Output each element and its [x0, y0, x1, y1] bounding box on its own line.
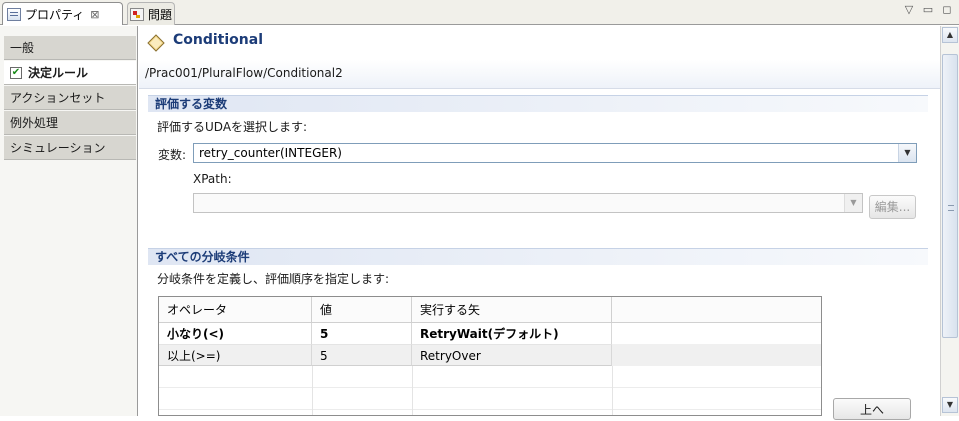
- tab-properties-label: プロパティ: [25, 7, 85, 22]
- element-path: /Prac001/PluralFlow/Conditional2: [145, 66, 343, 80]
- column-header-arrow[interactable]: 実行する矢: [412, 297, 612, 323]
- close-icon[interactable]: ⊠: [90, 8, 99, 21]
- cell-operator[interactable]: 小なり(<): [159, 323, 312, 345]
- branch-table: オペレータ 値 実行する矢 小なり(<) 5 RetryWait(デフォルト) …: [158, 296, 822, 416]
- nav-item-label: 決定ルール: [28, 66, 89, 80]
- conditional-diamond-icon: [147, 34, 165, 52]
- move-up-button[interactable]: 上へ: [833, 398, 911, 420]
- nav-item-general[interactable]: 一般: [4, 36, 136, 60]
- variable-combo-value: retry_counter(INTEGER): [199, 146, 342, 160]
- view-menu-icon[interactable]: ▽: [902, 3, 916, 17]
- table-row-empty: [159, 388, 821, 410]
- section-title-branches: すべての分岐条件: [148, 248, 928, 265]
- table-row[interactable]: 以上(>=) 5 RetryOver: [159, 344, 821, 366]
- properties-header: Conditional /Prac001/PluralFlow/Conditio…: [139, 26, 940, 89]
- cell-arrow[interactable]: RetryOver: [412, 344, 612, 366]
- nav-item-label: アクションセット: [10, 91, 106, 105]
- column-header-value[interactable]: 値: [312, 297, 412, 323]
- cell-arrow[interactable]: RetryWait(デフォルト): [412, 323, 612, 345]
- properties-view-icon: [7, 7, 21, 21]
- cell-value[interactable]: 5: [312, 344, 412, 366]
- cell-operator[interactable]: 以上(>=): [159, 344, 312, 366]
- edit-button[interactable]: 編集...: [869, 195, 916, 219]
- variable-label: 変数:: [158, 148, 187, 162]
- problems-view-icon: [130, 7, 144, 21]
- tab-problems[interactable]: 問題: [127, 2, 175, 25]
- branches-description: 分岐条件を定義し、評価順序を指定します:: [157, 272, 390, 286]
- table-row[interactable]: 小なり(<) 5 RetryWait(デフォルト): [159, 323, 821, 345]
- nav-item-label: 例外処理: [10, 116, 59, 130]
- table-row-empty: [159, 366, 821, 388]
- variables-description: 評価するUDAを選択します:: [157, 120, 308, 134]
- check-icon: ✔: [10, 66, 22, 79]
- column-divider: [312, 366, 313, 415]
- scroll-down-icon[interactable]: ▼: [942, 397, 958, 413]
- vertical-scrollbar[interactable]: ▲ ▼: [940, 26, 959, 416]
- nav-item-label: 一般: [10, 41, 35, 55]
- column-header-filler: [612, 297, 821, 323]
- minimize-icon[interactable]: ▭: [921, 3, 935, 17]
- nav-item-decision-rule[interactable]: ✔ 決定ルール: [4, 61, 136, 85]
- view-tab-bar: プロパティ ⊠ 問題 ▽ ▭ ◻: [0, 0, 959, 25]
- column-header-operator[interactable]: オペレータ: [159, 297, 312, 323]
- tab-problems-label: 問題: [148, 7, 173, 22]
- column-divider: [612, 366, 613, 415]
- scrollbar-thumb[interactable]: [942, 54, 958, 338]
- scroll-up-icon[interactable]: ▲: [942, 27, 958, 43]
- nav-item-exception[interactable]: 例外処理: [4, 111, 136, 135]
- column-divider: [412, 366, 413, 415]
- tab-properties[interactable]: プロパティ ⊠: [2, 2, 123, 25]
- variable-combo[interactable]: retry_counter(INTEGER) ▼: [193, 143, 917, 163]
- cell-value[interactable]: 5: [312, 323, 412, 345]
- dropdown-arrow-icon[interactable]: ▼: [844, 194, 862, 212]
- section-title-variables: 評価する変数: [148, 95, 928, 112]
- section-nav: 一般 ✔ 決定ルール アクションセット 例外処理 シミュレーション: [0, 26, 138, 416]
- xpath-label: XPath:: [193, 172, 232, 186]
- xpath-combo[interactable]: ▼: [193, 193, 863, 213]
- nav-item-action-set[interactable]: アクションセット: [4, 86, 136, 110]
- dropdown-arrow-icon[interactable]: ▼: [898, 144, 916, 162]
- grip-icon: [948, 205, 954, 211]
- page-title: Conditional: [173, 32, 264, 48]
- nav-item-simulation[interactable]: シミュレーション: [4, 136, 136, 160]
- nav-item-label: シミュレーション: [10, 141, 106, 155]
- maximize-icon[interactable]: ◻: [940, 3, 954, 17]
